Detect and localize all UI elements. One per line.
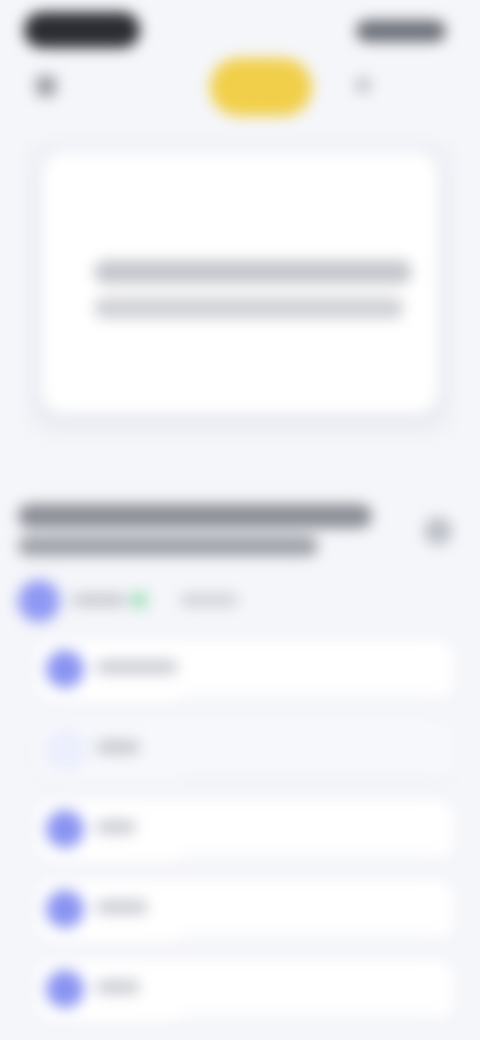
time-pill <box>24 12 140 48</box>
status-icons <box>356 20 446 42</box>
center-pill-button[interactable] <box>210 58 312 116</box>
section-title-line-2 <box>18 536 318 556</box>
meta-row <box>18 578 278 622</box>
list-item-text <box>96 980 140 994</box>
section-title-line-1 <box>18 504 372 528</box>
hero-card <box>42 152 438 414</box>
meta-avatar[interactable] <box>18 580 60 622</box>
hero-card-wrapper <box>28 142 452 434</box>
back-icon[interactable] <box>36 76 56 96</box>
divider <box>180 1015 440 1018</box>
hero-card-line-2 <box>94 297 404 319</box>
meta-text <box>72 594 126 606</box>
avatar <box>46 650 84 688</box>
list-item[interactable] <box>36 960 454 1022</box>
meta-secondary-text <box>180 594 238 606</box>
list <box>36 640 454 1040</box>
avatar <box>46 970 84 1008</box>
list-item[interactable] <box>36 880 454 942</box>
hero-card-line-1 <box>94 260 412 284</box>
list-item[interactable] <box>36 640 454 702</box>
overflow-icon[interactable] <box>356 78 370 92</box>
meta-chip <box>130 592 148 608</box>
top-navigation <box>0 54 480 118</box>
list-item[interactable] <box>36 720 454 782</box>
divider <box>180 775 440 778</box>
content-section <box>0 480 480 1040</box>
divider <box>180 935 440 938</box>
section-action-icon[interactable] <box>424 517 452 545</box>
list-item-text <box>96 740 140 754</box>
divider <box>180 855 440 858</box>
list-item-text <box>96 900 148 914</box>
avatar <box>46 810 84 848</box>
list-item-text <box>96 660 178 674</box>
avatar <box>46 890 84 928</box>
divider <box>180 695 440 698</box>
list-item-text <box>96 820 136 834</box>
avatar <box>46 730 86 770</box>
list-item[interactable] <box>36 800 454 862</box>
